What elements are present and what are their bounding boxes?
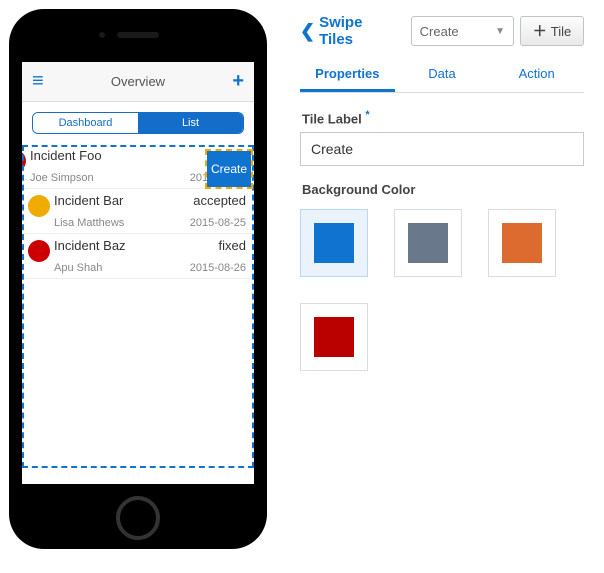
breadcrumb: Swipe Tiles	[319, 14, 399, 48]
color-swatch-blue[interactable]	[300, 209, 368, 277]
status-dot-icon	[28, 240, 50, 262]
plus-icon: ＋	[533, 21, 547, 41]
color-swatch-slate[interactable]	[394, 209, 462, 277]
back-button[interactable]: ❮ Swipe Tiles	[300, 14, 399, 48]
property-panel: ❮ Swipe Tiles Create ▼ ＋ Tile Properties…	[290, 10, 594, 548]
list-item[interactable]: Incident Bar accepted Lisa Matthews 2015…	[22, 189, 254, 234]
tab-properties[interactable]: Properties	[300, 58, 395, 92]
phone-screen: ≡ Overview + Dashboard List Incident Foo…	[22, 62, 254, 484]
add-icon[interactable]: +	[232, 70, 244, 93]
item-subtitle: Joe Simpson	[30, 172, 190, 184]
item-subtitle: Lisa Matthews	[54, 217, 190, 229]
segmented-control: Dashboard List	[22, 102, 254, 144]
tabs: Properties Data Action	[300, 58, 584, 93]
color-swatch-red[interactable]	[300, 303, 368, 371]
tile-selector[interactable]: Create ▼	[411, 16, 514, 46]
status-dot-icon	[28, 195, 50, 217]
chevron-down-icon: ▼	[495, 26, 505, 37]
menu-icon[interactable]: ≡	[32, 70, 44, 93]
item-title: Incident Foo	[30, 148, 190, 163]
tab-dashboard[interactable]: Dashboard	[33, 113, 138, 133]
tile-selector-value: Create	[420, 24, 459, 39]
item-title: Incident Baz	[54, 238, 190, 253]
item-date: 2015-08-26	[190, 262, 246, 274]
item-date: 2015-08-25	[190, 217, 246, 229]
list-item[interactable]: Incident Baz fixed Apu Shah 2015-08-26	[22, 234, 254, 279]
color-swatch-orange[interactable]	[488, 209, 556, 277]
chevron-left-icon: ❮	[300, 21, 315, 42]
tab-action[interactable]: Action	[489, 58, 584, 92]
item-status: accepted	[190, 193, 246, 208]
item-title: Incident Bar	[54, 193, 190, 208]
item-subtitle: Apu Shah	[54, 262, 190, 274]
phone-mockup: ≡ Overview + Dashboard List Incident Foo…	[10, 10, 290, 548]
add-tile-button[interactable]: ＋ Tile	[520, 16, 584, 46]
app-header: ≡ Overview +	[22, 62, 254, 102]
tile-label-input[interactable]	[300, 132, 584, 166]
status-dot-icon	[22, 150, 26, 172]
swipe-tile-create[interactable]: Create	[207, 151, 251, 187]
phone-earpiece	[117, 32, 159, 38]
page-title: Overview	[44, 74, 233, 89]
add-tile-label: Tile	[551, 24, 571, 39]
tile-label-field-label: Tile Label *	[300, 93, 584, 132]
bg-color-label: Background Color	[300, 166, 584, 203]
color-swatches	[300, 203, 584, 371]
tab-data[interactable]: Data	[395, 58, 490, 92]
item-status: fixed	[190, 238, 246, 253]
home-button-icon	[116, 496, 160, 540]
tab-list[interactable]: List	[138, 113, 243, 133]
